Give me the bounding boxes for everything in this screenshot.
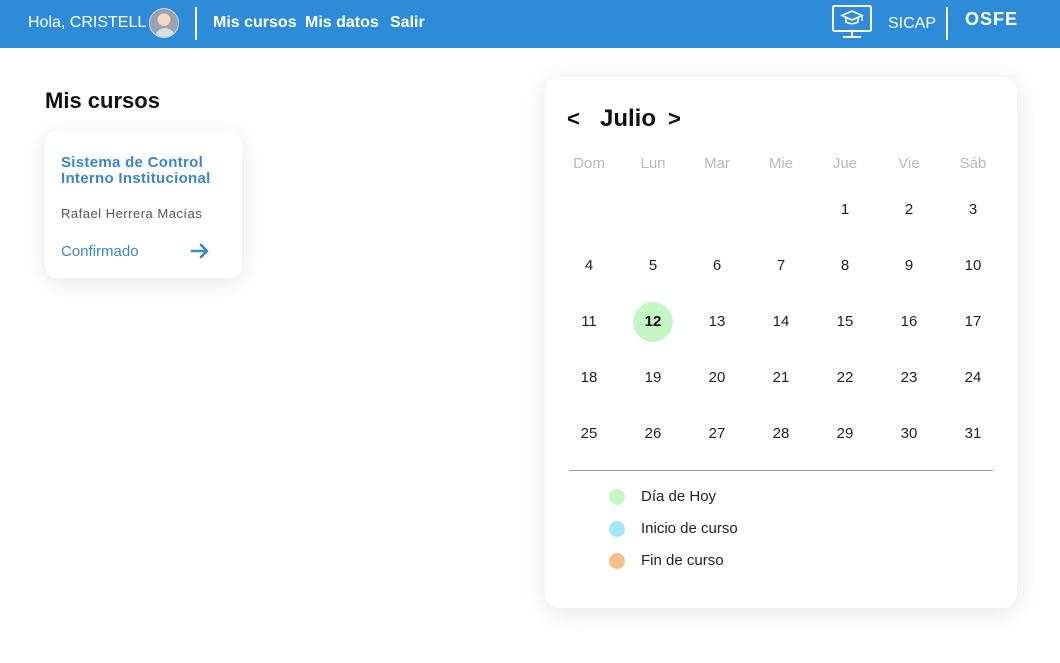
calendar-day[interactable]: 6	[697, 246, 737, 286]
course-title-line: Sistema de Control	[61, 154, 204, 171]
next-month-button[interactable]: >	[668, 106, 681, 132]
weekday-label: Lun	[640, 155, 666, 172]
nav-mis-cursos[interactable]: Mis cursos	[213, 14, 297, 32]
calendar-day-today[interactable]: 12	[633, 302, 673, 342]
course-card[interactable]: Sistema de Control Interno Institucional…	[45, 131, 242, 278]
legend-label: Inicio de curso	[641, 520, 738, 537]
calendar-day[interactable]: 27	[697, 414, 737, 454]
nav-mis-datos[interactable]: Mis datos	[305, 14, 379, 32]
weekday-label: Dom	[573, 155, 605, 172]
calendar-day[interactable]: 4	[569, 246, 609, 286]
sicap-label[interactable]: SICAP	[888, 15, 936, 33]
course-teacher: Rafael Herrera Macías	[61, 206, 203, 221]
weekday-label: Sáb	[959, 155, 987, 172]
calendar-day[interactable]: 31	[953, 414, 993, 454]
calendar-day[interactable]: 16	[889, 302, 929, 342]
calendar-day[interactable]: 7	[761, 246, 801, 286]
calendar-divider	[569, 470, 993, 471]
graduation-monitor-icon[interactable]	[832, 5, 872, 41]
calendar-month-title: Julio	[600, 105, 657, 132]
calendar-day[interactable]: 22	[825, 358, 865, 398]
calendar-day[interactable]: 3	[953, 190, 993, 230]
page-title: Mis cursos	[45, 88, 160, 113]
calendar-day[interactable]: 15	[825, 302, 865, 342]
calendar-day[interactable]: 26	[633, 414, 673, 454]
calendar-day[interactable]: 13	[697, 302, 737, 342]
calendar-day[interactable]: 28	[761, 414, 801, 454]
legend-color-dot	[609, 521, 625, 537]
weekday-label: Mie	[768, 155, 794, 172]
calendar-day[interactable]: 10	[953, 246, 993, 286]
calendar-day[interactable]: 24	[953, 358, 993, 398]
calendar-day[interactable]: 29	[825, 414, 865, 454]
brand-logo: OSFE	[965, 9, 1019, 29]
legend-label: Día de Hoy	[641, 488, 717, 505]
user-greeting: Hola, CRISTELL	[28, 14, 147, 31]
calendar-day[interactable]: 18	[569, 358, 609, 398]
calendar-day[interactable]: 21	[761, 358, 801, 398]
weekday-label: Vie	[898, 155, 920, 172]
arrow-right-icon[interactable]	[190, 241, 210, 261]
previous-month-button[interactable]: <	[567, 106, 580, 132]
user-avatar[interactable]	[149, 8, 179, 38]
weekday-label: Jue	[832, 155, 858, 172]
header-divider	[195, 7, 197, 40]
calendar-day[interactable]: 30	[889, 414, 929, 454]
calendar-day[interactable]: 14	[761, 302, 801, 342]
legend-label: Fin de curso	[641, 552, 724, 569]
calendar-day[interactable]: 11	[569, 302, 609, 342]
calendar-day[interactable]: 25	[569, 414, 609, 454]
header-divider	[946, 7, 948, 40]
calendar-day[interactable]: 8	[825, 246, 865, 286]
calendar-day[interactable]: 23	[889, 358, 929, 398]
nav-salir[interactable]: Salir	[390, 14, 425, 32]
legend-color-dot	[609, 553, 625, 569]
course-title[interactable]: Sistema de Control Interno Institucional	[61, 155, 236, 187]
course-status: Confirmado	[61, 243, 139, 260]
course-title-line: Interno Institucional	[61, 170, 211, 187]
calendar-day[interactable]: 17	[953, 302, 993, 342]
calendar-day[interactable]: 5	[633, 246, 673, 286]
legend-color-dot	[609, 489, 625, 505]
calendar-day[interactable]: 1	[825, 190, 865, 230]
calendar-day[interactable]: 19	[633, 358, 673, 398]
calendar-day[interactable]: 20	[697, 358, 737, 398]
weekday-label: Mar	[704, 155, 730, 172]
top-navigation-bar: Hola, CRISTELL Mis cursos Mis datos Sali…	[0, 0, 1060, 48]
calendar-day[interactable]: 9	[889, 246, 929, 286]
calendar-widget: < Julio > Dom Lun Mar Mie Jue Vie Sáb 12345678…	[545, 77, 1017, 608]
calendar-day[interactable]: 2	[889, 190, 929, 230]
